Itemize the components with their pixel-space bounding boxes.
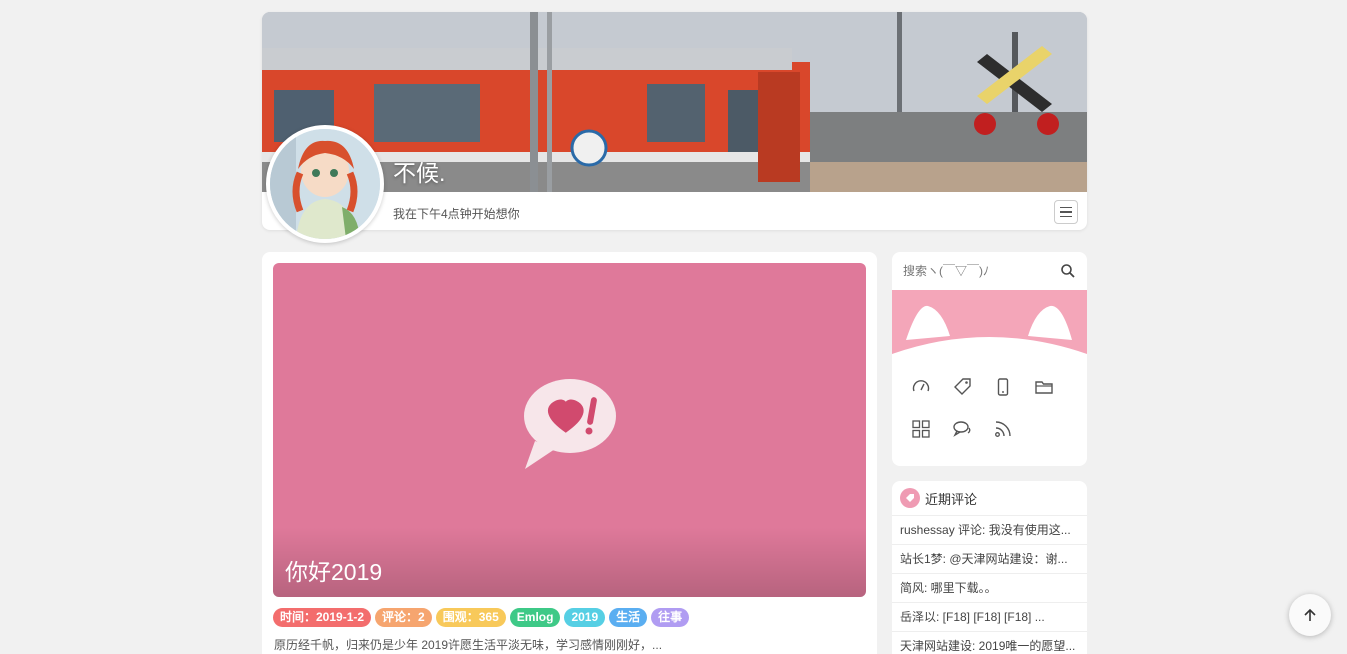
post-title[interactable]: 你好2019 [285, 553, 382, 587]
post-excerpt: 原历经千帆，归来仍是少年 2019许愿生活平淡无味，学习感情刚刚好，... [274, 638, 663, 652]
tag-icon[interactable] [951, 376, 973, 398]
arrow-up-icon [1304, 608, 1316, 621]
post-tag[interactable]: 评论：2 [375, 608, 432, 627]
post-tag[interactable]: 时间：2019-1-2 [273, 608, 372, 627]
back-to-top-button[interactable] [1289, 594, 1331, 636]
nav-icon-grid [910, 376, 1074, 440]
mobile-icon[interactable] [992, 376, 1014, 398]
grid-icon[interactable] [910, 418, 932, 440]
search-icon[interactable] [1060, 263, 1076, 279]
recent-comments-header: 近期评论 [892, 481, 1087, 516]
post-tag[interactable]: 围观：365 [435, 608, 506, 627]
comment-item[interactable]: 天津网站建设: 2019唯一的愿望... [892, 632, 1087, 654]
avatar[interactable] [266, 125, 384, 243]
cat-ears-banner [892, 290, 1087, 354]
comment-item[interactable]: rushessay 评论: 我没有使用这... [892, 516, 1087, 545]
post-tag[interactable]: Emlog [509, 608, 561, 627]
header-banner-image [262, 12, 1087, 192]
menu-button[interactable] [1054, 200, 1078, 224]
search-box [892, 252, 1087, 290]
post-cover-image[interactable]: 你好2019 [273, 263, 866, 597]
post-card: 你好2019 时间：2019-1-2 评论：2 围观：365 Emlog 2019 生活往… [262, 252, 877, 654]
search-input[interactable] [892, 252, 1052, 290]
rss-icon[interactable] [992, 418, 1014, 440]
comment-item[interactable]: 站长1梦: @天津网站建设：谢... [892, 545, 1087, 574]
post-tag[interactable]: 往事 [651, 608, 690, 627]
menu-icon [1060, 206, 1072, 209]
post-tags: 时间：2019-1-2 评论：2 围观：365 Emlog 2019 生活 往事 [273, 608, 690, 627]
comment-item[interactable]: 简风: 哪里下载。。 [892, 574, 1087, 603]
profile-header: 不候. 我在下午4点钟开始想你 [262, 12, 1087, 243]
chat-icon[interactable] [951, 418, 973, 440]
site-description: 我在下午4点钟开始想你 [393, 207, 520, 221]
recent-comments-card: 近期评论 rushessay 评论: 我没有使用这... 站长1梦: @天津网站… [892, 481, 1087, 654]
comments-badge-icon [900, 488, 920, 508]
sidebar-nav-card [892, 252, 1087, 466]
post-tag[interactable]: 2019 [564, 608, 606, 627]
folder-icon[interactable] [1033, 376, 1055, 398]
site-name[interactable]: 不候. [393, 154, 445, 188]
recent-comments-title: 近期评论 [925, 491, 978, 507]
post-tag[interactable]: 生活 [609, 608, 648, 627]
dashboard-icon[interactable] [910, 376, 932, 398]
comment-item[interactable]: 岳泽以: [F18] [F18] [F18] ... [892, 603, 1087, 632]
